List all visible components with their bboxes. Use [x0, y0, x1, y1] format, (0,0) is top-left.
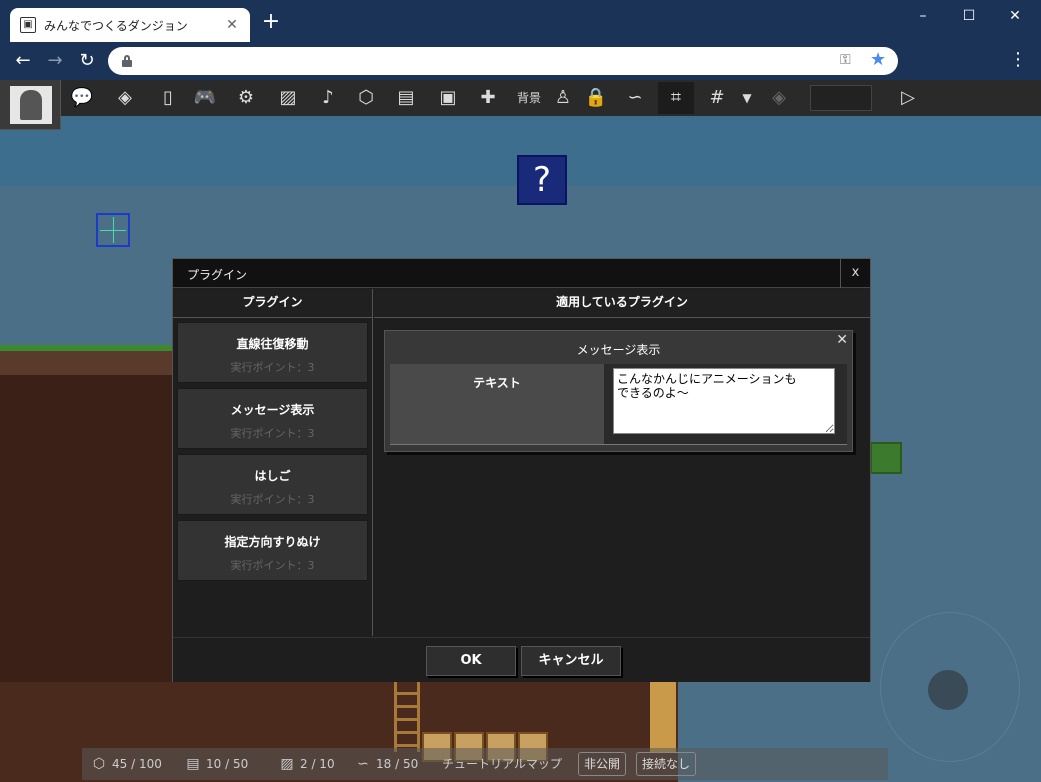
door-icon[interactable]: ▯: [150, 82, 186, 114]
question-block[interactable]: ?: [517, 155, 567, 205]
plugin-list-header: プラグイン: [173, 289, 372, 318]
plugin-item[interactable]: 指定方向すりぬけ 実行ポイント：3: [177, 520, 368, 581]
dpad-knob[interactable]: [928, 670, 968, 710]
grass-platform: [0, 345, 174, 375]
image-icon[interactable]: ▨: [270, 82, 306, 114]
dialog-close-button[interactable]: x: [840, 259, 870, 288]
map-name: チュートリアルマップ: [442, 757, 562, 771]
image-count: ▨ 2 / 10: [278, 754, 335, 774]
ladder-tile: [394, 682, 420, 752]
frame-count: ▤ 10 / 50: [184, 754, 248, 774]
save-icon[interactable]: ▣: [430, 82, 466, 114]
dropdown-icon[interactable]: ▼: [735, 82, 759, 114]
chat-icon[interactable]: 💬: [64, 82, 100, 114]
plugin-list-column: プラグイン 直線往復移動 実行ポイント：3 メッセージ表示 実行ポイント：3 は…: [173, 289, 373, 636]
close-window-button[interactable]: ✕: [992, 6, 1038, 28]
status-bar: ⬡ 45 / 100 ▤ 10 / 50 ▨ 2 / 10 ∽ 18 / 50 チュート…: [82, 748, 888, 780]
path-icon: ∽: [357, 756, 369, 772]
visibility-badge[interactable]: 非公開: [578, 752, 627, 776]
applied-plugin-title: メッセージ表示: [576, 343, 661, 357]
forward-button[interactable]: →: [44, 50, 66, 72]
padlock-icon[interactable]: 🔒: [578, 82, 614, 114]
bookmark-star-icon[interactable]: ★: [870, 49, 886, 70]
browser-tab-bar: ▣ みんなでつくるダンジョン ✕ + – ☐ ✕: [0, 0, 1041, 42]
layers-icon[interactable]: ◈: [107, 82, 143, 114]
select-grid-icon[interactable]: ⌗: [658, 82, 694, 114]
object-count-value: 45 / 100: [112, 757, 162, 771]
connection-badge[interactable]: 接続なし: [636, 752, 697, 776]
plugin-name: メッセージ表示: [230, 403, 315, 417]
dialog-header: プラグイン x: [173, 259, 870, 288]
image-icon: ▨: [280, 756, 294, 772]
gear-icon[interactable]: ⚙: [228, 82, 264, 114]
browser-tab[interactable]: ▣ みんなでつくるダンジョン ✕: [10, 8, 250, 42]
object-count: ⬡ 45 / 100: [90, 754, 162, 774]
applied-plugins-header: 適用しているプラグイン: [374, 289, 870, 318]
plugin-points: 実行ポイント：3: [230, 427, 315, 440]
plugin-name: 指定方向すりぬけ: [224, 535, 321, 549]
music-icon[interactable]: ♪: [310, 82, 346, 114]
grass-block: [870, 442, 902, 474]
address-bar[interactable]: ⚿ ★: [108, 47, 898, 75]
plugin-points: 実行ポイント：3: [230, 493, 315, 506]
plugin-name: はしご: [254, 469, 291, 483]
image-count-value: 2 / 10: [300, 757, 335, 771]
plugin-count-value: 18 / 50: [376, 757, 419, 771]
reload-button[interactable]: ↻: [76, 50, 98, 72]
puzzle-icon[interactable]: ✚: [470, 82, 506, 114]
pillar-tile: [650, 682, 676, 752]
frame-count-value: 10 / 50: [206, 757, 249, 771]
dialog-footer: OK キャンセル: [173, 637, 870, 682]
applied-plugins-column: 適用しているプラグイン メッセージ表示 ✕ テキスト: [374, 289, 870, 636]
stack-icon[interactable]: ◈: [761, 82, 797, 114]
ok-button[interactable]: OK: [426, 646, 516, 676]
tab-title: みんなでつくるダンジョン: [44, 18, 188, 33]
cancel-button[interactable]: キャンセル: [521, 646, 621, 676]
tab-close-icon[interactable]: ✕: [224, 17, 240, 33]
site-favicon-icon: ▣: [20, 17, 36, 33]
lock-icon[interactable]: [122, 55, 132, 67]
path-icon[interactable]: ∽: [617, 82, 653, 114]
plugin-name: 直線往復移動: [236, 337, 309, 351]
app-logo[interactable]: [0, 80, 61, 130]
cube-icon: ⬡: [92, 756, 106, 772]
message-textarea[interactable]: [613, 368, 835, 434]
minimize-button[interactable]: –: [900, 6, 946, 28]
toolbar-slider[interactable]: [810, 85, 872, 111]
applied-plugin-card: メッセージ表示 ✕ テキスト: [384, 330, 853, 452]
gamepad-icon[interactable]: 🎮: [187, 82, 223, 114]
maximize-button[interactable]: ☐: [946, 6, 992, 28]
back-button[interactable]: ←: [12, 50, 34, 72]
browser-menu-button[interactable]: ⋮: [1008, 50, 1028, 70]
remove-plugin-icon[interactable]: ✕: [836, 332, 848, 348]
person-icon[interactable]: ♙: [545, 82, 581, 114]
plugin-points: 実行ポイント：3: [230, 361, 315, 374]
plugin-item[interactable]: はしご 実行ポイント：3: [177, 454, 368, 515]
grid-icon[interactable]: #: [699, 82, 735, 114]
plugin-item[interactable]: メッセージ表示 実行ポイント：3: [177, 388, 368, 449]
text-field-row: テキスト: [390, 364, 847, 445]
plugin-dialog: プラグイン x プラグイン 直線往復移動 実行ポイント：3 メッセージ表示 実行…: [172, 258, 871, 682]
cube-icon[interactable]: ⬡: [348, 82, 384, 114]
key-icon[interactable]: ⚿: [840, 52, 851, 68]
film-icon[interactable]: ▤: [388, 82, 424, 114]
film-icon: ▤: [186, 756, 200, 772]
tile-cursor[interactable]: [96, 213, 130, 247]
new-tab-button[interactable]: +: [260, 11, 282, 34]
text-field-label: テキスト: [390, 364, 604, 444]
plugin-points: 実行ポイント：3: [230, 559, 315, 572]
dialog-title: プラグイン: [187, 268, 248, 282]
plugin-count: ∽ 18 / 50: [354, 754, 418, 774]
dirt-wall: [0, 375, 174, 705]
play-icon[interactable]: ▷: [890, 82, 926, 114]
browser-toolbar: ← → ↻ ⚿ ★ ⋮: [0, 42, 1041, 80]
plugin-item[interactable]: 直線往復移動 実行ポイント：3: [177, 322, 368, 383]
background-button[interactable]: 背景: [511, 82, 547, 114]
